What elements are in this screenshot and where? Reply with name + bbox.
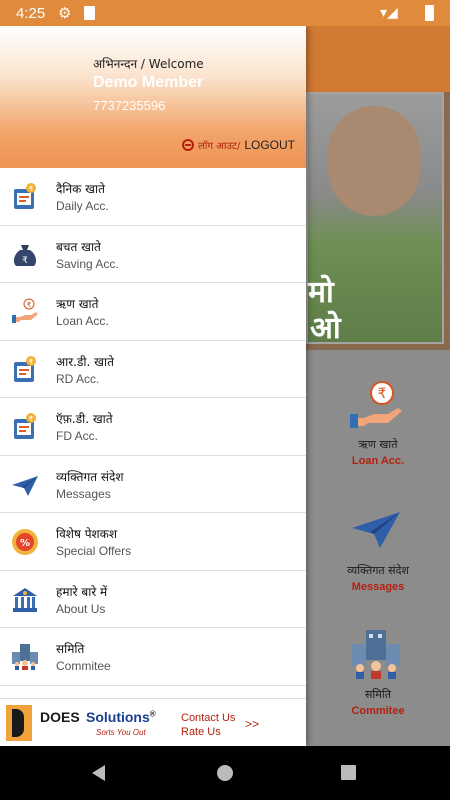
back-icon[interactable] [92,765,105,781]
menu-label-en: FD Acc. [56,429,99,443]
contact-rate-links[interactable]: Contact Us Rate Us [181,711,235,739]
svg-text:₹: ₹ [27,301,32,309]
menu-label-en: Messages [56,486,111,501]
committee-building-icon [350,628,402,685]
brand-does: DOES [40,709,80,725]
menu-label-en: About Us [56,601,106,616]
svg-text:₹: ₹ [29,415,34,423]
background-app-bar [306,26,450,92]
menu-label-en: Commitee [56,659,111,673]
svg-text:₹: ₹ [29,358,34,366]
menu-label-en: Daily Acc. [56,199,109,213]
menu-label-hi: विशेष पेशकश [56,527,118,541]
background-banner: मो ओ [306,92,450,350]
menu-item-committee[interactable]: समिति Commitee [0,628,306,686]
welcome-text: अभिनन्दन / Welcome [93,57,204,71]
home-icon[interactable] [217,765,233,781]
menu-label-hi: ऍफ़.डी. खाते [56,412,113,426]
member-phone: 7737235596 [93,98,166,113]
loan-hand-icon: ₹ [11,298,39,326]
svg-text:₹: ₹ [22,256,28,266]
battery-icon [425,5,434,21]
logout-button[interactable]: लॉग आउट/ LOGOUT [182,138,295,152]
menu-label-en: Loan Acc. [56,314,109,328]
developer-banner[interactable]: DOES Solutions® Sorts You Out Contact Us… [0,698,306,746]
menu-item-loan-account[interactable]: ₹ ऋण खाते Loan Acc. [0,283,306,341]
offer-badge-icon: % [11,528,39,556]
svg-text:₹: ₹ [378,386,387,402]
contact-us-link[interactable]: Contact Us [181,711,235,725]
member-name: Demo Member [93,74,204,91]
menu-item-special-offers[interactable]: % विशेष पेशकश Special Offers [0,513,306,571]
menu-label-en: Special Offers [56,544,132,558]
background-tile-messages: व्यक्तिगत संदेश Messages [347,564,409,593]
drawer-header: अभिनन्दन / Welcome Demo Member 773723559… [0,26,306,168]
svg-text:%: % [20,538,30,549]
background-tile-loan: ऋण खाते Loan Acc. [351,438,405,467]
fd-account-icon: ₹ [11,413,39,441]
rd-account-icon: ₹ [11,355,39,384]
logout-icon [182,139,195,151]
recent-apps-icon[interactable] [341,765,356,780]
loan-hand-icon: ₹ [350,380,404,437]
svg-text:₹: ₹ [29,185,34,193]
menu-item-fd-account[interactable]: ₹ ऍफ़.डी. खाते FD Acc. [0,398,306,456]
paper-plane-icon [350,510,402,555]
money-bag-icon: ₹ [11,241,39,269]
does-logo [6,705,32,741]
background-tile-committee: समिति Commitee [351,688,405,717]
navigation-drawer: अभिनन्दन / Welcome Demo Member 773723559… [0,26,306,746]
committee-building-icon [11,643,39,671]
status-time: 4:25 [16,5,46,22]
menu-label-hi: दैनिक खाते [56,182,105,196]
menu-label-hi: व्यक्तिगत संदेश [56,469,124,484]
drawer-menu: ₹ दैनिक खाते Daily Acc. ₹ बचत खाते Savin… [0,168,306,686]
menu-label-hi: समिति [56,642,85,656]
paper-plane-icon [11,471,39,499]
menu-label-hi: ऋण खाते [56,297,99,311]
menu-label-hi: आर.डी. खाते [56,354,114,369]
bank-building-icon [11,586,39,614]
banner-text-1: मो [308,275,334,310]
banner-portrait [328,106,420,216]
chevron-right-icon[interactable]: >> [245,717,259,731]
signal-icon: ▾◢ [380,4,398,20]
menu-item-daily-account[interactable]: ₹ दैनिक खाते Daily Acc. [0,168,306,226]
sd-card-icon [84,6,95,20]
banner-text-2: ओ [310,311,341,346]
rate-us-link[interactable]: Rate Us [181,725,235,739]
menu-label-hi: हमारे बारे में [56,584,108,599]
menu-item-messages[interactable]: व्यक्तिगत संदेश Messages [0,456,306,513]
status-bar: 4:25 ⚙ ▾◢ [0,0,450,26]
menu-item-about-us[interactable]: हमारे बारे में About Us [0,571,306,628]
menu-item-saving-account[interactable]: ₹ बचत खाते Saving Acc. [0,226,306,283]
menu-label-en: Saving Acc. [56,256,119,271]
brand-solutions: Solutions® [86,709,156,725]
gear-icon: ⚙ [58,5,72,22]
system-navigation-bar [0,746,450,800]
daily-account-icon: ₹ [11,183,39,211]
menu-label-hi: बचत खाते [56,239,101,254]
menu-label-en: RD Acc. [56,371,100,386]
menu-item-rd-account[interactable]: ₹ आर.डी. खाते RD Acc. [0,341,306,398]
brand-tagline: Sorts You Out [96,728,146,737]
logout-label-en: LOGOUT [244,138,295,152]
logout-label-hi: लॉग आउट/ [198,141,241,152]
